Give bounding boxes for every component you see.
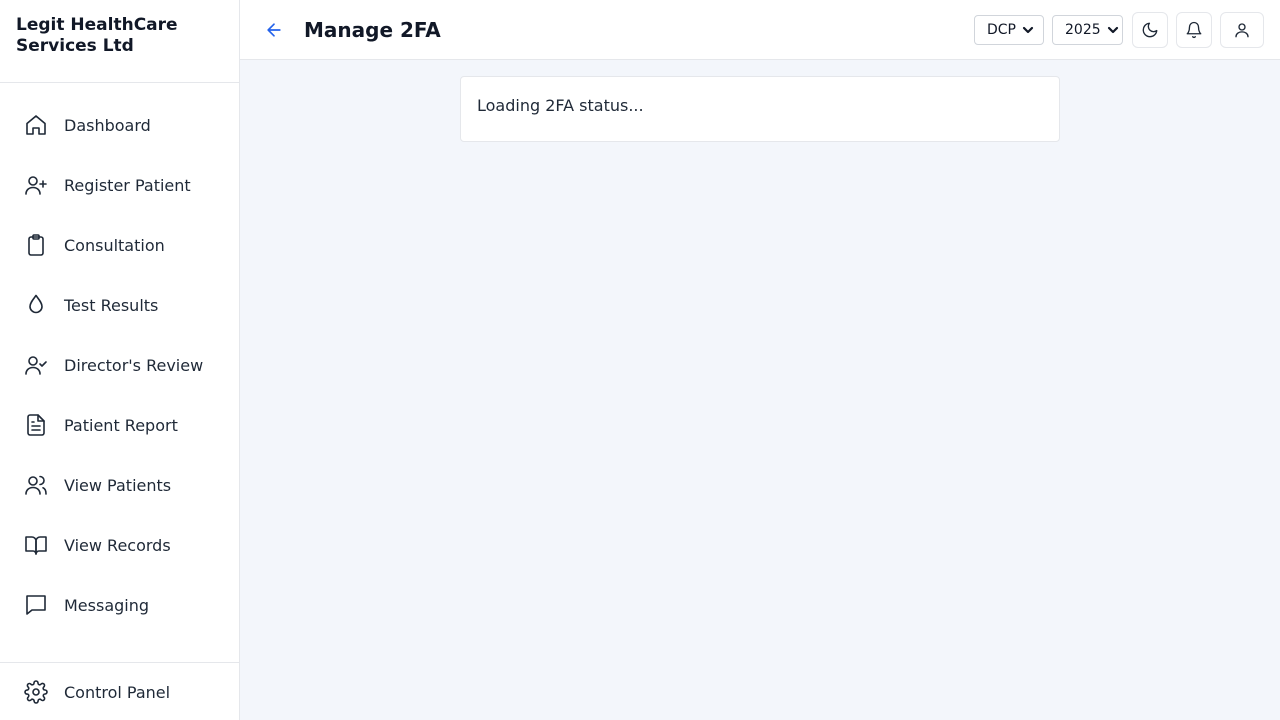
sidebar-item-label: Dashboard xyxy=(64,115,151,135)
sidebar-item-label: Director's Review xyxy=(64,355,204,375)
user-check-icon xyxy=(24,353,48,377)
clipboard-icon xyxy=(24,233,48,257)
sidebar-item-label: View Records xyxy=(64,535,171,555)
sidebar-item-label: View Patients xyxy=(64,475,172,495)
brand-name: Legit HealthCare Services Ltd xyxy=(0,0,239,83)
org-select[interactable]: DCP xyxy=(974,15,1044,45)
gear-icon xyxy=(24,680,48,704)
notifications-button[interactable] xyxy=(1176,12,1212,48)
message-square-icon xyxy=(24,593,48,617)
sidebar-footer: Control Panel xyxy=(0,662,239,708)
sidebar-nav: Dashboard Register Patient Consultation … xyxy=(0,83,239,635)
sidebar-item-label: Messaging xyxy=(64,595,150,615)
status-card: Loading 2FA status... xyxy=(460,76,1060,142)
sidebar: Legit HealthCare Services Ltd Dashboard … xyxy=(0,0,240,720)
sidebar-item-patient-report[interactable]: Patient Report xyxy=(0,395,239,455)
chevron-down-icon xyxy=(1022,24,1034,36)
sidebar-item-consultation[interactable]: Consultation xyxy=(0,215,239,275)
sidebar-item-view-patients[interactable]: View Patients xyxy=(0,455,239,515)
droplet-icon xyxy=(24,293,48,317)
sidebar-item-directors-review[interactable]: Director's Review xyxy=(0,335,239,395)
sidebar-item-label: Patient Report xyxy=(64,415,178,435)
user-plus-icon xyxy=(24,173,48,197)
page-title: Manage 2FA xyxy=(304,18,441,42)
sidebar-item-label: Test Results xyxy=(64,295,159,315)
home-icon xyxy=(24,113,48,137)
year-select-value: 2025 xyxy=(1065,22,1101,38)
loading-status-text: Loading 2FA status... xyxy=(477,96,644,115)
back-button[interactable] xyxy=(262,18,286,42)
book-open-icon xyxy=(24,533,48,557)
sidebar-item-view-records[interactable]: View Records xyxy=(0,515,239,575)
sidebar-item-label: Control Panel xyxy=(64,682,171,702)
bell-icon xyxy=(1186,21,1202,39)
sidebar-item-register-patient[interactable]: Register Patient xyxy=(0,155,239,215)
theme-toggle-button[interactable] xyxy=(1132,12,1168,48)
year-select[interactable]: 2025 xyxy=(1052,15,1123,45)
sidebar-item-control-panel[interactable]: Control Panel xyxy=(0,676,239,708)
user-menu-button[interactable] xyxy=(1220,12,1264,48)
users-icon xyxy=(24,473,48,497)
moon-icon xyxy=(1142,22,1158,38)
sidebar-item-label: Consultation xyxy=(64,235,165,255)
arrow-left-icon xyxy=(267,23,281,37)
user-icon xyxy=(1235,23,1249,38)
top-bar: Manage 2FA DCP 2025 xyxy=(240,0,1280,60)
chevron-down-icon xyxy=(1107,24,1119,36)
sidebar-item-messaging[interactable]: Messaging xyxy=(0,575,239,635)
file-text-icon xyxy=(24,413,48,437)
sidebar-item-test-results[interactable]: Test Results xyxy=(0,275,239,335)
sidebar-item-label: Register Patient xyxy=(64,175,191,195)
org-select-value: DCP xyxy=(987,22,1016,38)
sidebar-item-dashboard[interactable]: Dashboard xyxy=(0,95,239,155)
